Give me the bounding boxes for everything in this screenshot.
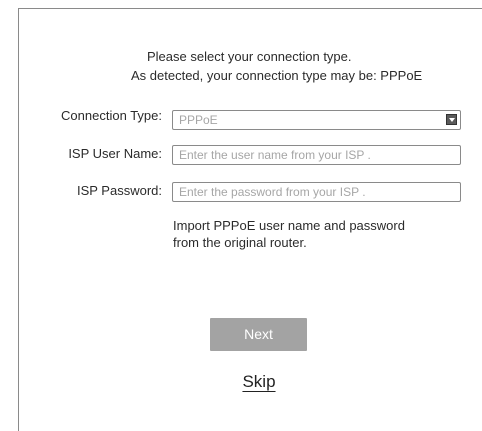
next-button[interactable]: Next (210, 318, 307, 351)
isp-user-name-label: ISP User Name: (68, 146, 162, 161)
import-note-line-1: Import PPPoE user name and password (173, 218, 405, 233)
connection-type-select[interactable]: PPPoE (172, 110, 461, 130)
skip-link[interactable]: Skip (234, 372, 284, 392)
intro-line-1: Please select your connection type. (147, 49, 352, 64)
intro-line-2: As detected, your connection type may be… (131, 68, 423, 83)
isp-password-label: ISP Password: (76, 183, 162, 198)
connection-type-value: PPPoE (179, 113, 218, 127)
import-pppoe-note: Import PPPoE user name and password from… (173, 217, 453, 251)
dropdown-arrow-icon[interactable] (446, 114, 457, 125)
connection-intro: Please select your connection type. As d… (131, 47, 471, 85)
import-note-line-2: from the original router. (173, 235, 307, 250)
isp-user-name-input[interactable]: Enter the user name from your ISP . (172, 145, 461, 165)
connection-type-label: Connection Type: (61, 108, 162, 123)
isp-password-input[interactable]: Enter the password from your ISP . (172, 182, 461, 202)
